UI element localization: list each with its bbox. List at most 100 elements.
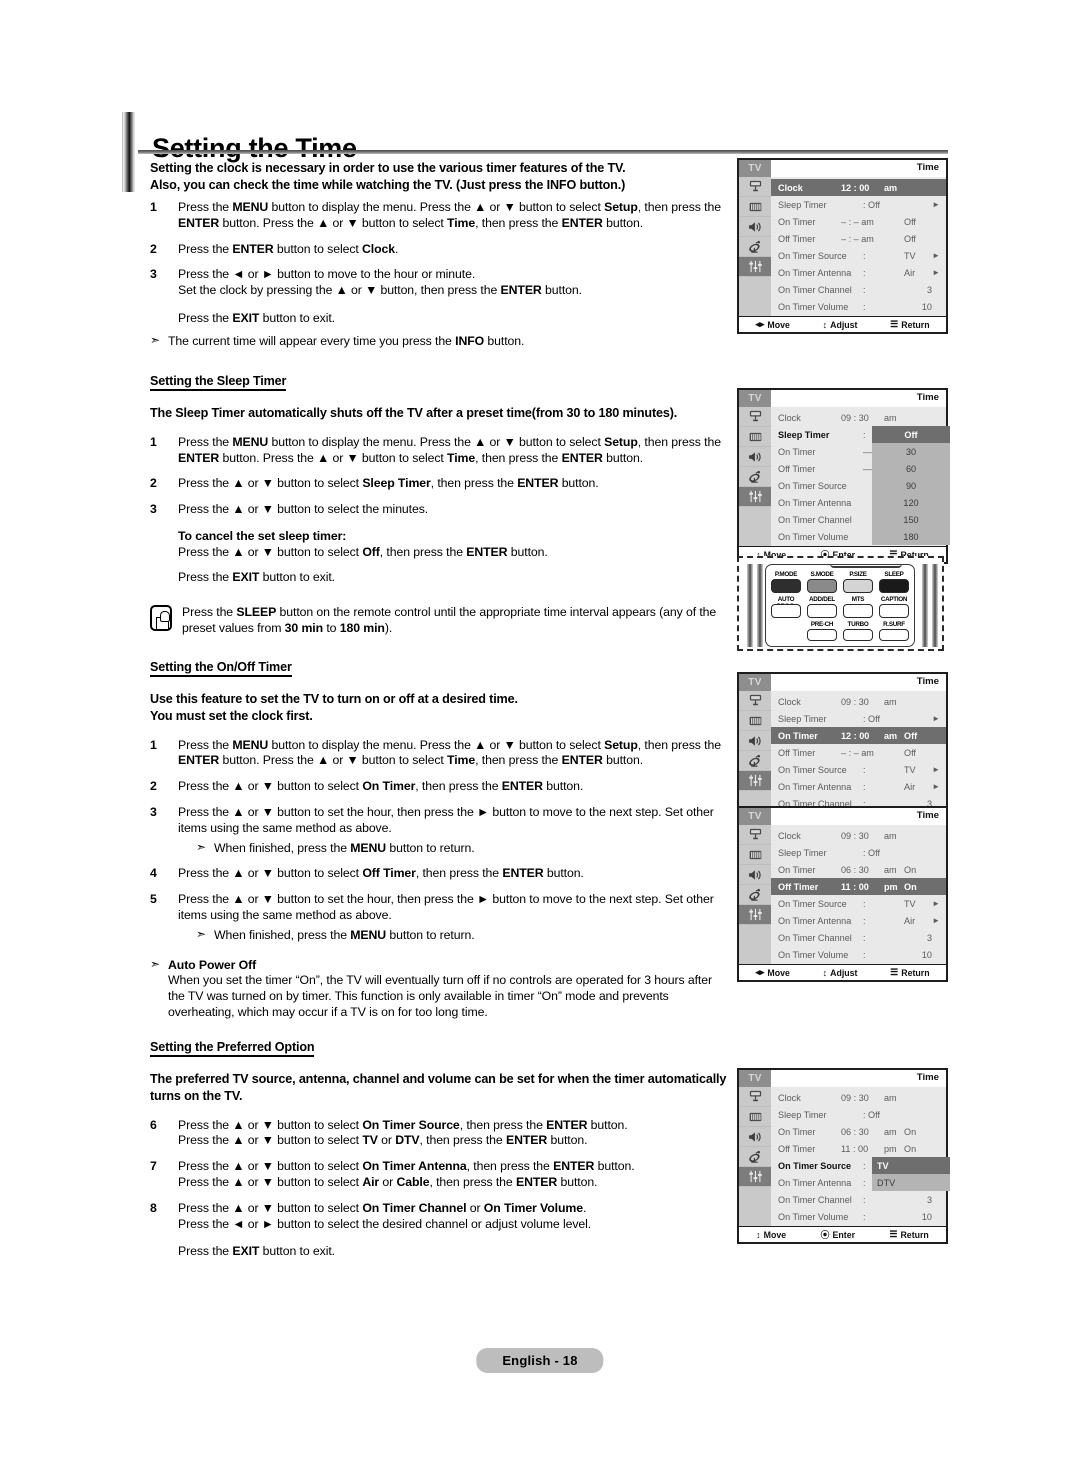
onoff-timer-section: Setting the On/Off Timer Use this featur… bbox=[150, 658, 730, 1021]
osd-dropdown-option[interactable]: 180 bbox=[872, 528, 950, 545]
osd-rail-equalizer-icon[interactable] bbox=[739, 845, 771, 865]
osd-row-unit: am bbox=[884, 1126, 897, 1137]
osd-rail-sliders-icon[interactable] bbox=[739, 487, 771, 507]
return-menu-icon: ☰ bbox=[890, 319, 899, 329]
osd-row[interactable]: Off Timer 11 : 00 pm On bbox=[771, 1140, 946, 1157]
osd-row[interactable]: On Timer 06 : 30 am On bbox=[771, 1123, 946, 1140]
osd-row[interactable]: On Timer Source: TV ► bbox=[771, 895, 946, 912]
osd-rail-satellite-dish-icon[interactable] bbox=[739, 237, 771, 257]
remote-button-p-mode[interactable] bbox=[771, 579, 801, 593]
osd-row-extra: Air bbox=[904, 915, 916, 926]
osd-dropdown-option[interactable]: 90 bbox=[872, 477, 950, 494]
osd-row[interactable]: Clock 12 : 00 am bbox=[771, 179, 946, 196]
step-text: Press the ▲ or ▼ button to select Sleep … bbox=[178, 476, 599, 491]
osd-rail-speaker-icon[interactable] bbox=[739, 217, 771, 237]
osd-dropdown-sleep-minutes[interactable]: Off 30 60 90 120 150 180 bbox=[872, 426, 950, 545]
osd-row-label: On Timer Channel bbox=[778, 932, 852, 943]
osd-row[interactable]: On Timer Volume: 10 bbox=[771, 298, 946, 315]
osd-dropdown-option[interactable]: 120 bbox=[872, 494, 950, 511]
osd-dropdown-option[interactable]: 150 bbox=[872, 511, 950, 528]
osd-dropdown-option[interactable]: 30 bbox=[872, 443, 950, 460]
osd-row[interactable]: On Timer 06 : 30 am On bbox=[771, 861, 946, 878]
osd-row[interactable]: On Timer 12 : 00 am Off bbox=[771, 727, 946, 744]
osd-row[interactable]: On Timer Volume: 10 bbox=[771, 1208, 946, 1225]
remote-button-auto-prog-[interactable] bbox=[771, 604, 801, 618]
osd-row[interactable]: On Timer Antenna: Air ► bbox=[771, 264, 946, 281]
osd-row[interactable]: Clock 09 : 30 am bbox=[771, 409, 946, 426]
osd-rail-equalizer-icon[interactable] bbox=[739, 711, 771, 731]
osd-dropdown-option[interactable]: Off bbox=[872, 426, 950, 443]
osd-rail-picture-icon[interactable] bbox=[739, 1087, 771, 1107]
osd-row-extra: On bbox=[904, 881, 917, 892]
osd-row[interactable]: Clock 09 : 30 am bbox=[771, 693, 946, 710]
osd-row[interactable]: Off Timer 11 : 00 pm On bbox=[771, 878, 946, 895]
enter-key-icon: ⦿ bbox=[820, 1230, 830, 1240]
osd-row[interactable]: Off Timer – : – am Off bbox=[771, 744, 946, 761]
remote-button-caption[interactable] bbox=[879, 604, 909, 618]
osd-rail-satellite-dish-icon[interactable] bbox=[739, 1147, 771, 1167]
osd-row[interactable]: On Timer Antenna: Air ► bbox=[771, 912, 946, 929]
osd-row[interactable]: Sleep Timer: Off bbox=[771, 1106, 946, 1123]
osd-row-label: Sleep Timer bbox=[778, 713, 827, 724]
osd-rail-speaker-icon[interactable] bbox=[739, 447, 771, 467]
osd-row[interactable]: On Timer Antenna: Air ► bbox=[771, 778, 946, 795]
osd-row[interactable]: On Timer Channel: 3 bbox=[771, 281, 946, 298]
remote-button-pre-ch[interactable] bbox=[807, 629, 837, 641]
osd-dropdown-source[interactable]: TV DTV bbox=[872, 1157, 950, 1191]
step-number: 6 bbox=[150, 1117, 157, 1132]
move-arrows-icon: ◂▸ bbox=[755, 967, 765, 977]
remote-button-r-surf[interactable] bbox=[879, 629, 909, 641]
osd-row[interactable]: Sleep Timer: Off ► bbox=[771, 710, 946, 727]
osd-rail-satellite-dish-icon[interactable] bbox=[739, 751, 771, 771]
remote-button-p-size[interactable] bbox=[843, 579, 873, 593]
step3-note: ➣ When finished, press the MENU button t… bbox=[196, 840, 730, 857]
osd-body: Clock 09 : 30 am Sleep Timer: On Timer –– : Of… bbox=[739, 407, 950, 546]
osd-row[interactable]: On Timer Source: TV ► bbox=[771, 247, 946, 264]
osd-dropdown-option[interactable]: DTV bbox=[872, 1174, 950, 1191]
osd-rail-sliders-icon[interactable] bbox=[739, 771, 771, 791]
osd-rail-sliders-icon[interactable] bbox=[739, 905, 771, 925]
osd-row[interactable]: On Timer Channel: 3 bbox=[771, 929, 946, 946]
osd-rail-equalizer-icon[interactable] bbox=[739, 427, 771, 447]
remote-label-r-surf: R.SURF bbox=[883, 621, 905, 628]
remote-button-s-mode[interactable] bbox=[807, 579, 837, 593]
osd-rail-sliders-icon[interactable] bbox=[739, 1167, 771, 1187]
osd-title: Time bbox=[916, 810, 939, 821]
remote-button-mts[interactable] bbox=[843, 604, 873, 618]
osd-dropdown-option[interactable]: TV bbox=[872, 1157, 950, 1174]
osd-rail-speaker-icon[interactable] bbox=[739, 865, 771, 885]
osd-rail-speaker-icon[interactable] bbox=[739, 1127, 771, 1147]
remote-button-add-del[interactable] bbox=[807, 604, 837, 618]
osd-row[interactable]: On Timer – : – am Off bbox=[771, 213, 946, 230]
osd-row[interactable]: On Timer Volume: 10 bbox=[771, 946, 946, 963]
osd-rail-picture-icon[interactable] bbox=[739, 691, 771, 711]
osd-row-label: On Timer Volume bbox=[778, 1211, 849, 1222]
intro-line-2: Also, you can check the time while watch… bbox=[150, 177, 626, 192]
osd-row-colon: : bbox=[863, 1194, 866, 1205]
osd-rail-equalizer-icon[interactable] bbox=[739, 1107, 771, 1127]
osd-rail-sliders-icon[interactable] bbox=[739, 257, 771, 277]
osd-hint-label: Move bbox=[767, 319, 790, 330]
osd-rail-satellite-dish-icon[interactable] bbox=[739, 885, 771, 905]
osd-row[interactable]: Off Timer – : – am Off bbox=[771, 230, 946, 247]
osd-row-label: On Timer Channel bbox=[778, 514, 852, 525]
osd-body: Clock 12 : 00 am Sleep Timer: Off ► On Timer –… bbox=[739, 177, 946, 316]
step-item: 1 Press the MENU button to display the m… bbox=[150, 200, 730, 232]
osd-row[interactable]: Clock 09 : 30 am bbox=[771, 1089, 946, 1106]
osd-rail-picture-icon[interactable] bbox=[739, 407, 771, 427]
osd-dropdown-option[interactable]: 60 bbox=[872, 460, 950, 477]
osd-row[interactable]: Sleep Timer: Off ► bbox=[771, 196, 946, 213]
osd-row[interactable]: On Timer Source: TV ► bbox=[771, 761, 946, 778]
osd-row[interactable]: On Timer Channel: 3 bbox=[771, 1191, 946, 1208]
remote-control-diagram: P.MODES.MODEP.SIZESLEEPAUTO PROG.ADD/DEL… bbox=[737, 556, 944, 651]
osd-row[interactable]: Clock 09 : 30 am bbox=[771, 827, 946, 844]
osd-rail-picture-icon[interactable] bbox=[739, 177, 771, 197]
osd-row-unit: am bbox=[884, 696, 897, 707]
osd-rail-speaker-icon[interactable] bbox=[739, 731, 771, 751]
osd-rail-equalizer-icon[interactable] bbox=[739, 197, 771, 217]
osd-row[interactable]: Sleep Timer: Off bbox=[771, 844, 946, 861]
remote-button-turbo[interactable] bbox=[843, 629, 873, 641]
osd-rail-picture-icon[interactable] bbox=[739, 825, 771, 845]
osd-rail-satellite-dish-icon[interactable] bbox=[739, 467, 771, 487]
remote-button-sleep[interactable] bbox=[879, 579, 909, 593]
